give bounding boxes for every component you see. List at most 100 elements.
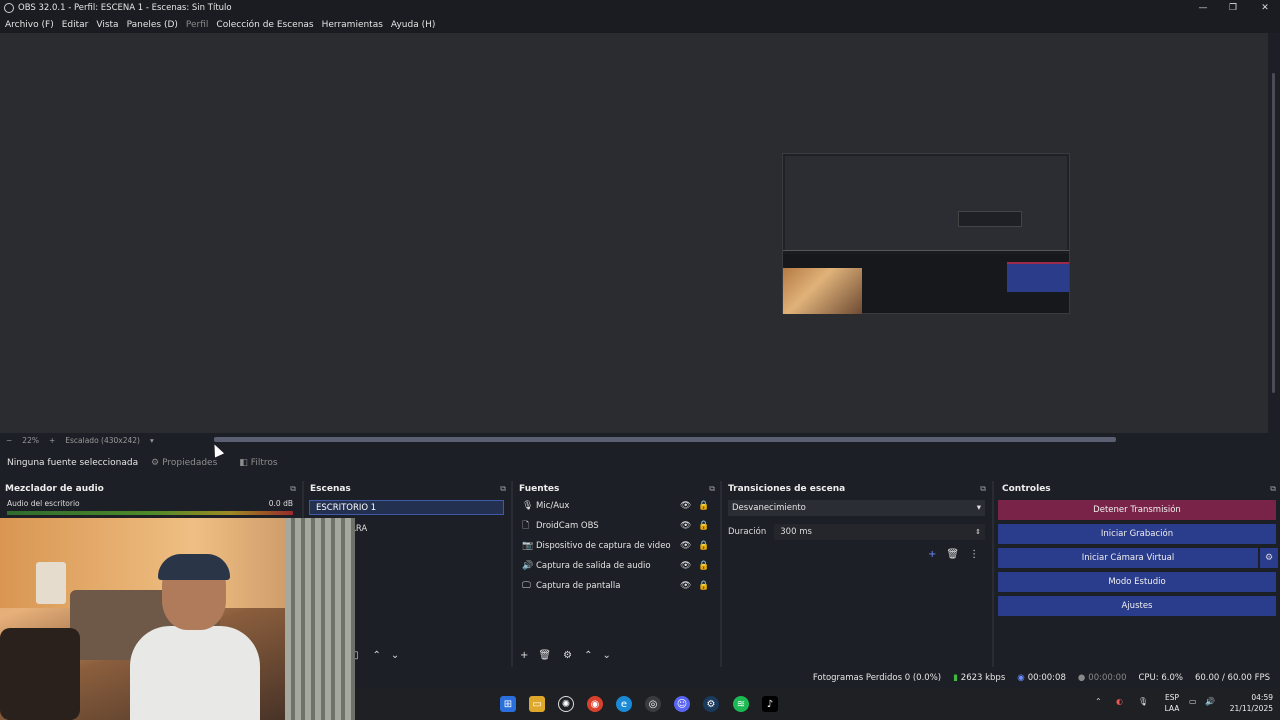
window-title: OBS 32.0.1 - Perfil: ESCENA 1 - Escenas:… [18, 3, 232, 13]
lock-icon[interactable]: 🔒 [698, 521, 709, 531]
lock-icon[interactable]: 🔒 [698, 501, 709, 511]
undock-icon[interactable]: ⧉ [1270, 484, 1276, 494]
source-row[interactable]: 🎙 Mic/Aux 👁 🔒 [514, 496, 719, 516]
capture-top-area [785, 156, 1067, 250]
filters-button[interactable]: ◧ Filtros [239, 458, 277, 468]
eye-icon[interactable]: 👁 [680, 521, 691, 531]
scene-item[interactable]: ESCRITORIO 1 [309, 500, 504, 515]
tiktok-icon[interactable]: ♪ [762, 696, 778, 712]
title-bar: OBS 32.0.1 - Perfil: ESCENA 1 - Escenas:… [0, 0, 1280, 16]
properties-label: Propiedades [162, 458, 218, 468]
mic-icon: 🎙 [522, 501, 534, 511]
move-up-icon[interactable]: ⌃ [373, 650, 381, 661]
volume-icon[interactable]: 🔊 [1205, 697, 1215, 706]
source-row[interactable]: 🗋 DroidCam OBS 👁 🔒 [514, 516, 719, 536]
taskbar: ⊞ ▭ ✺ ◉ e ◎ ☺ ⚙ ≋ ♪ ⌃ ◐ 🎙 ESP LAA ▭ 🔊 04:… [355, 689, 1280, 720]
start-recording-button[interactable]: Iniciar Grabación [998, 524, 1276, 544]
language-top: ESP [1164, 693, 1180, 702]
undock-icon[interactable]: ⧉ [500, 484, 506, 494]
preview-screen-capture[interactable] [782, 153, 1070, 314]
obs-icon[interactable]: ◎ [645, 696, 661, 712]
move-up-icon[interactable]: ⌃ [584, 650, 592, 661]
speaker-icon: 🔊 [522, 561, 534, 571]
undock-icon[interactable]: ⧉ [980, 484, 986, 494]
menu-paneles[interactable]: Paneles (D) [127, 20, 178, 30]
dock-splitter[interactable] [720, 481, 722, 667]
trash-icon[interactable]: 🗑 [538, 650, 551, 661]
properties-button[interactable]: ⚙ Propiedades [151, 458, 217, 468]
tray-app-icon[interactable]: ◐ [1116, 697, 1123, 706]
discord-icon[interactable]: ☺ [674, 696, 690, 712]
add-transition-icon[interactable]: + [928, 549, 936, 560]
chrome-icon[interactable]: ◉ [587, 696, 603, 712]
source-row[interactable]: 📷 Dispositivo de captura de video 👁 🔒 [514, 536, 719, 556]
bitrate: 2623 kbps [960, 673, 1006, 683]
move-down-icon[interactable]: ⌄ [602, 650, 610, 661]
eye-icon[interactable]: 👁 [680, 581, 691, 591]
source-row[interactable]: 🖵 Captura de pantalla 👁 🔒 [514, 576, 719, 596]
steam-icon[interactable]: ⚙ [703, 696, 719, 712]
network-icon[interactable]: ▭ [1189, 697, 1197, 706]
eye-icon[interactable]: 👁 [680, 541, 691, 551]
undock-icon[interactable]: ⧉ [290, 484, 296, 494]
spin-arrows-icon[interactable]: ⇕ [975, 528, 981, 536]
menu-vista[interactable]: Vista [96, 20, 118, 30]
language-indicator[interactable]: ESP LAA [1161, 692, 1183, 714]
transition-selected: Desvanecimiento [732, 503, 806, 513]
menu-herramientas[interactable]: Herramientas [322, 20, 383, 30]
studio-mode-button[interactable]: Modo Estudio [998, 572, 1276, 592]
zoom-in-button[interactable]: + [49, 436, 55, 445]
chatgpt-icon[interactable]: ✺ [558, 696, 574, 712]
webcam-overlay [0, 518, 355, 720]
stop-stream-button[interactable]: Detener Transmisión [998, 500, 1276, 520]
virtual-camera-settings-icon[interactable]: ⚙ [1260, 548, 1278, 568]
more-options-icon[interactable]: ⋮ [969, 549, 979, 560]
menu-editar[interactable]: Editar [62, 20, 89, 30]
spotify-icon[interactable]: ≋ [733, 696, 749, 712]
chevron-up-icon[interactable]: ⌃ [1095, 697, 1102, 706]
preview-canvas[interactable] [0, 33, 1268, 433]
filters-label: Filtros [250, 458, 278, 468]
sources-dock: Fuentes ⧉ 🎙 Mic/Aux 👁 🔒 🗋 DroidCam OBS 👁 🔒 📷 Dis… [514, 481, 719, 667]
restore-icon[interactable]: ❐ [1218, 0, 1248, 16]
lock-icon[interactable]: 🔒 [698, 561, 709, 571]
undock-icon[interactable]: ⧉ [709, 484, 715, 494]
start-virtual-camera-button[interactable]: Iniciar Cámara Virtual [998, 548, 1258, 568]
transition-select[interactable]: Desvanecimiento ▾ [728, 500, 985, 516]
duration-spinbox[interactable]: 300 ms ⇕ [774, 524, 985, 540]
preview-horizontal-scrollbar[interactable] [214, 437, 1116, 442]
menu-perfil[interactable]: Perfil [186, 20, 209, 30]
file-explorer-icon[interactable]: ▭ [529, 696, 545, 712]
trash-icon[interactable]: 🗑 [946, 549, 959, 560]
menu-coleccion-escenas[interactable]: Colección de Escenas [216, 20, 313, 30]
zoom-out-button[interactable]: − [6, 436, 12, 445]
gear-icon[interactable]: ⚙ [563, 650, 572, 661]
scale-dropdown-icon[interactable]: ▾ [150, 436, 154, 445]
source-row[interactable]: 🔊 Captura de salida de audio 👁 🔒 [514, 556, 719, 576]
eye-icon[interactable]: 👁 [680, 501, 691, 511]
minimize-icon[interactable]: — [1188, 0, 1218, 16]
edge-icon[interactable]: e [616, 696, 632, 712]
close-icon[interactable]: ✕ [1250, 0, 1280, 16]
lock-icon[interactable]: 🔒 [698, 581, 709, 591]
menu-archivo[interactable]: Archivo (F) [5, 20, 54, 30]
windows-start-icon[interactable]: ⊞ [500, 696, 516, 712]
preview-vertical-scrollbar[interactable] [1268, 33, 1280, 433]
dock-splitter[interactable] [992, 481, 994, 667]
webcam-chair [0, 628, 80, 720]
add-source-icon[interactable]: + [520, 650, 528, 661]
record-time: 00:00:00 [1088, 673, 1127, 683]
lock-icon[interactable]: 🔒 [698, 541, 709, 551]
move-down-icon[interactable]: ⌄ [391, 650, 399, 661]
scrollbar-thumb[interactable] [1272, 73, 1275, 393]
source-label: Captura de salida de audio [536, 561, 651, 571]
microphone-icon[interactable]: 🎙 [1138, 697, 1148, 706]
dock-splitter[interactable] [511, 481, 513, 667]
settings-button[interactable]: Ajustes [998, 596, 1276, 616]
webcam-heater [36, 562, 66, 604]
clock[interactable]: 04:59 21/11/2025 [1225, 692, 1273, 714]
menu-ayuda[interactable]: Ayuda (H) [391, 20, 435, 30]
signal-icon: ▮ [953, 673, 958, 683]
eye-icon[interactable]: 👁 [680, 561, 691, 571]
scale-label: Escalado (430x242) [65, 435, 140, 445]
